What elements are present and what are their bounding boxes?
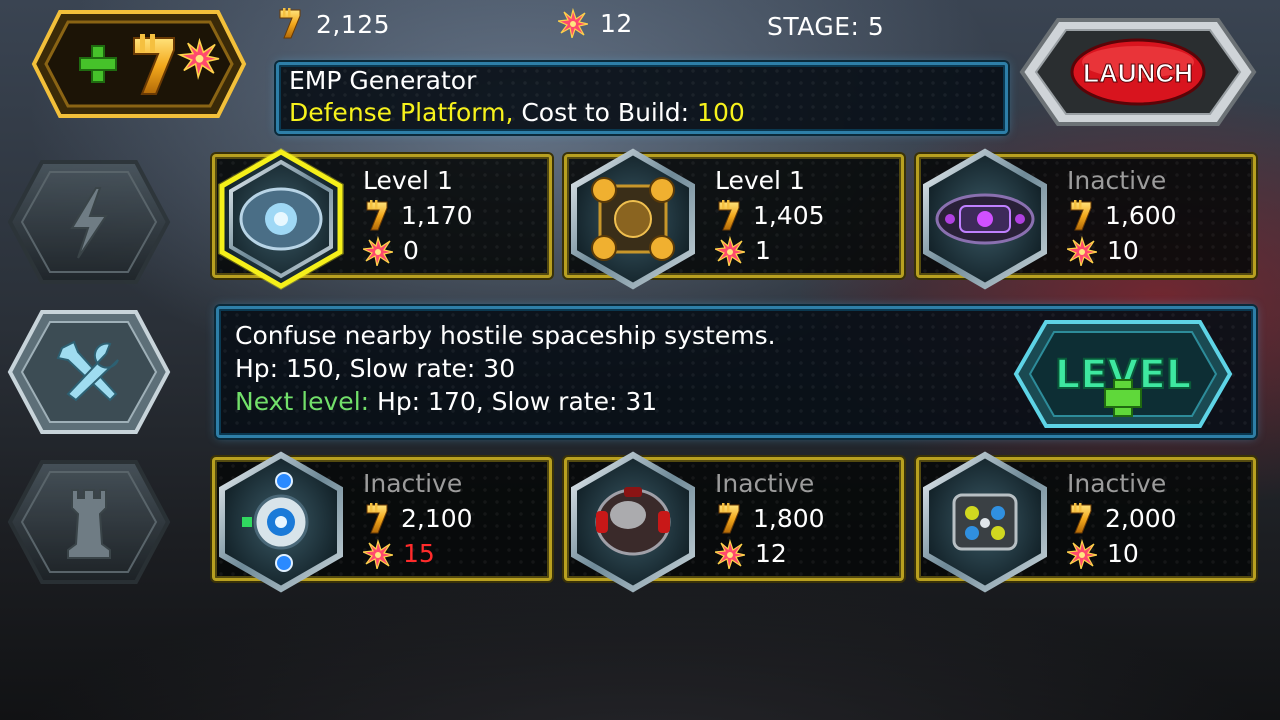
tower-crystals: 1 (755, 236, 771, 265)
laser-tower-icon[interactable] (910, 447, 1060, 597)
credit-icon (718, 199, 740, 230)
building-name: EMP Generator (289, 66, 477, 95)
cost-label: Cost to Build: (521, 98, 690, 127)
tower-credits: 1,800 (753, 504, 825, 533)
credits-value: 2,125 (316, 9, 391, 39)
tower-credits: 1,170 (401, 201, 473, 230)
tab-attack[interactable] (6, 158, 172, 286)
crystals-value: 12 (600, 8, 633, 38)
tower-credits: 2,000 (1105, 504, 1177, 533)
missile-tower-icon[interactable] (558, 447, 708, 597)
tab-defense[interactable] (6, 458, 172, 586)
level-up-button[interactable]: LEVEL (1012, 318, 1234, 430)
crystal-icon (363, 539, 393, 569)
credits-counter: 2,125 (276, 8, 390, 40)
credit-icon (1070, 199, 1092, 230)
launch-button[interactable]: LAUNCH (1018, 16, 1258, 128)
building-info-panel: EMP Generator Defense Platform, Cost to … (276, 62, 1008, 134)
stage-label: STAGE: 5 (767, 12, 885, 41)
crystal-icon (715, 236, 745, 266)
crystal-icon (1067, 539, 1097, 569)
crystal-icon (558, 9, 588, 38)
tower-crystals: 10 (1107, 539, 1139, 568)
add-credits-badge[interactable] (30, 8, 248, 120)
tower-credits: 1,405 (753, 201, 825, 230)
plus-credits-icon (31, 10, 247, 118)
tower-status: Inactive (1067, 469, 1167, 498)
crystal-icon (1067, 236, 1097, 266)
credit-icon (1070, 502, 1092, 533)
tower-status: Level 1 (363, 166, 453, 195)
tower-crystals: 10 (1107, 236, 1139, 265)
credit-icon (718, 502, 740, 533)
building-type-cost: Defense Platform, Cost to Build: 100 (289, 97, 995, 129)
tower-crystals: 12 (755, 539, 787, 568)
crystal-icon (715, 539, 745, 569)
tower-status: Inactive (715, 469, 815, 498)
tower-credits: 1,600 (1105, 201, 1177, 230)
launch-label: LAUNCH (1083, 58, 1193, 88)
tower-status: Inactive (1067, 166, 1167, 195)
credit-icon (366, 199, 388, 230)
tower-crystals: 0 (403, 236, 419, 265)
orb-tower-icon[interactable] (206, 447, 356, 597)
cannon-tower-icon[interactable] (558, 144, 708, 294)
tab-build[interactable] (6, 308, 172, 436)
credit-icon (279, 8, 301, 39)
crystal-icon (363, 236, 393, 266)
crystals-counter: 12 (558, 8, 633, 38)
tower-status: Level 1 (715, 166, 805, 195)
cost-value: 100 (697, 98, 745, 127)
next-level-label: Next level: (235, 387, 370, 416)
tower-status: Inactive (363, 469, 463, 498)
emp-generator-tower-icon[interactable] (206, 144, 356, 294)
plasma-tower-icon[interactable] (910, 144, 1060, 294)
tower-crystals: 15 (403, 539, 435, 568)
credit-icon (366, 502, 388, 533)
tower-credits: 2,100 (401, 504, 473, 533)
building-type: Defense Platform, (289, 98, 514, 127)
next-level-value: Hp: 170, Slow rate: 31 (377, 387, 658, 416)
